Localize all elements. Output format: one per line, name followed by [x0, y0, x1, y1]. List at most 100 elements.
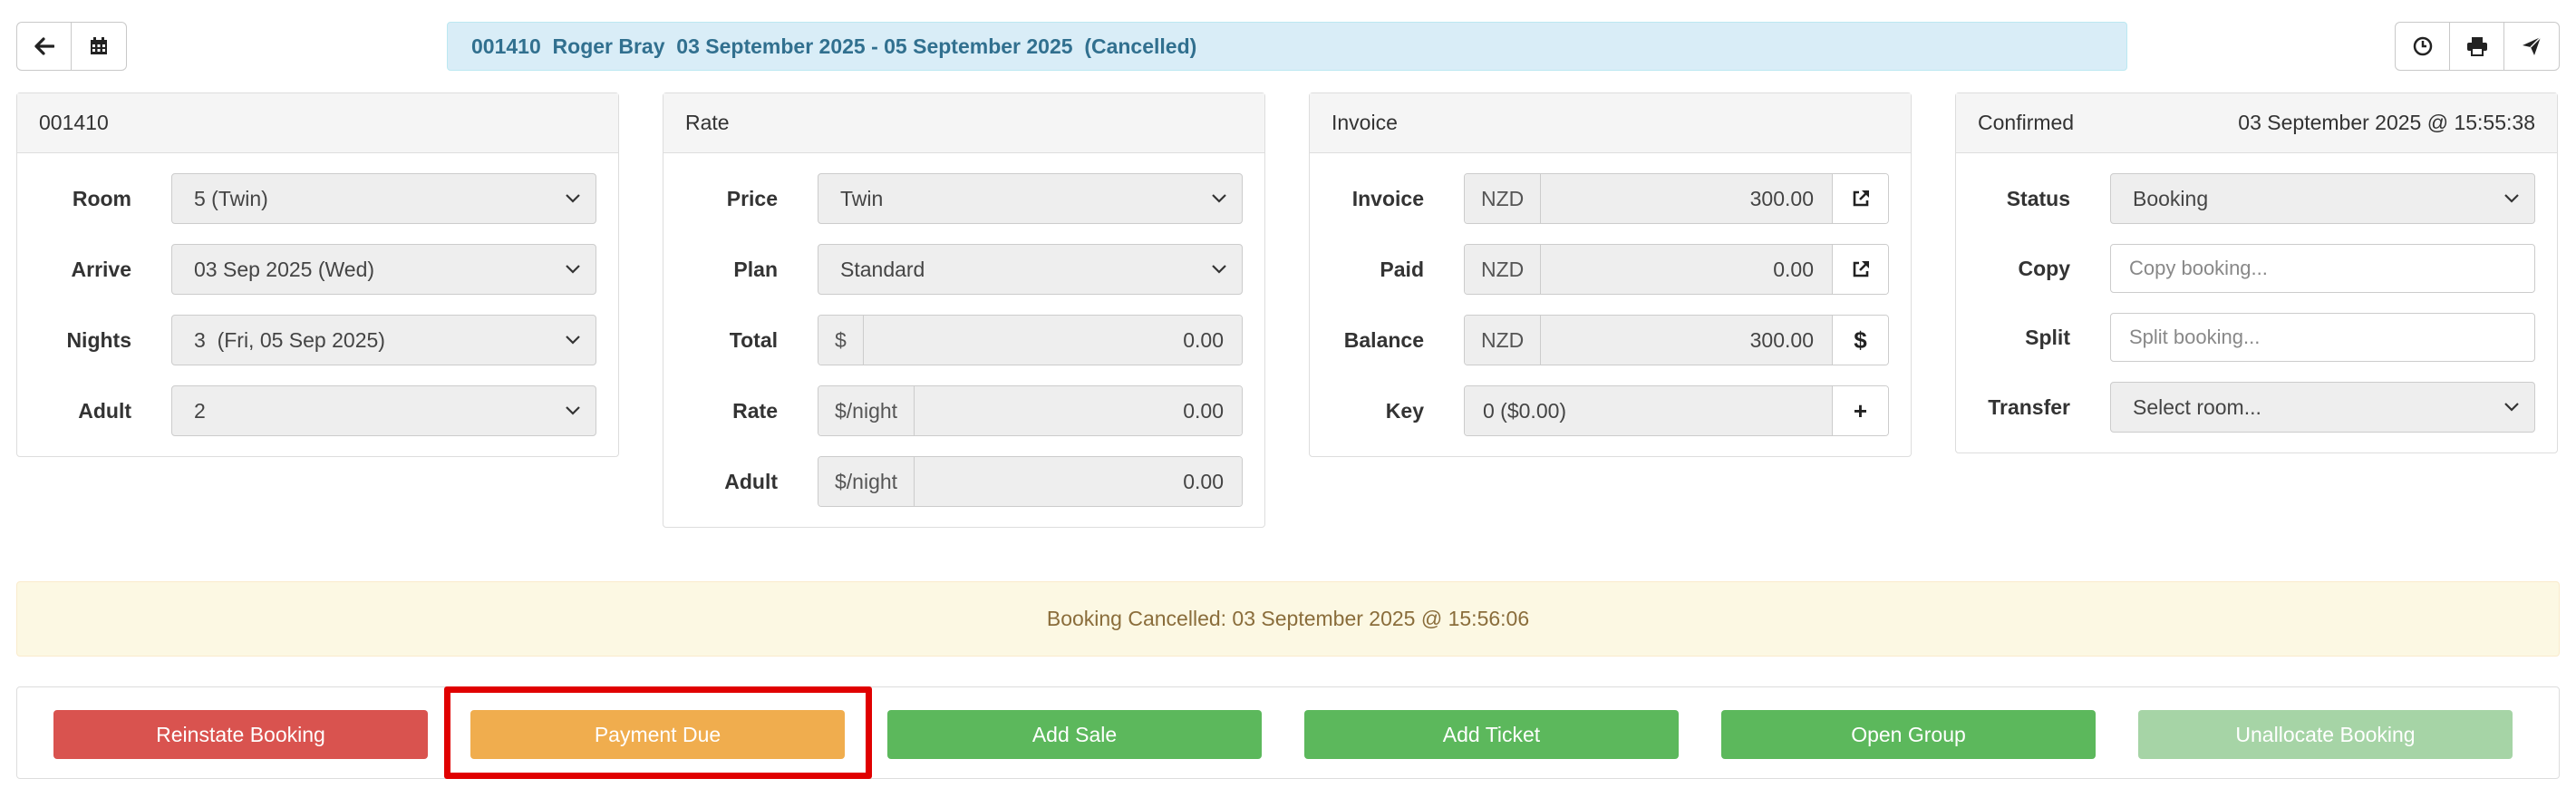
- paid-value: 0.00: [1541, 245, 1832, 294]
- adult-rate-value: 0.00: [915, 457, 1242, 506]
- status-row: Status Booking: [1978, 173, 2535, 224]
- adult-value: 2: [194, 398, 206, 423]
- arrive-value: 03 Sep 2025 (Wed): [194, 257, 375, 281]
- booking-title-banner: 001410 Roger Bray 03 September 2025 - 05…: [447, 22, 2127, 71]
- print-button[interactable]: [2450, 23, 2504, 70]
- chevron-down-icon: [563, 189, 583, 209]
- adult-label: Adult: [78, 398, 131, 423]
- arrive-label: Arrive: [71, 257, 131, 281]
- arrive-row: Arrive 03 Sep 2025 (Wed): [39, 244, 596, 295]
- booking-panel-header: 001410: [17, 93, 618, 153]
- external-link-icon: [1853, 190, 1869, 207]
- nav-button-group: [16, 22, 127, 71]
- adult-select[interactable]: 2: [171, 385, 596, 436]
- invoice-row: Invoice NZD 300.00: [1332, 173, 1889, 224]
- action-bar: Reinstate Booking Payment Due Add Sale A…: [16, 686, 2560, 779]
- price-label: Price: [726, 186, 778, 210]
- add-sale-button[interactable]: Add Sale: [887, 710, 1262, 759]
- balance-field: NZD 300.00 $: [1464, 315, 1889, 365]
- adult-row: Adult 2: [39, 385, 596, 436]
- tools-button-group: [2395, 22, 2560, 71]
- chevron-down-icon: [2502, 397, 2522, 417]
- payment-due-button[interactable]: Payment Due: [470, 710, 845, 759]
- clock-icon: [2413, 36, 2432, 56]
- open-group-button[interactable]: Open Group: [1721, 710, 2096, 759]
- take-payment-button[interactable]: $: [1832, 316, 1888, 365]
- split-row: Split Split booking...: [1978, 313, 2535, 362]
- print-icon: [2466, 37, 2487, 56]
- chevron-down-icon: [563, 259, 583, 279]
- rate-row: Rate $/night 0.00: [685, 385, 1243, 436]
- open-payments-button[interactable]: [1832, 245, 1888, 294]
- invoice-field: NZD 300.00: [1464, 173, 1889, 224]
- price-select[interactable]: Twin: [818, 173, 1243, 224]
- rate-value: 0.00: [915, 386, 1242, 435]
- key-label: Key: [1385, 398, 1424, 423]
- confirmation-status: Confirmed: [1978, 111, 2075, 134]
- key-value: 0 ($0.00): [1465, 386, 1832, 435]
- add-ticket-button[interactable]: Add Ticket: [1304, 710, 1679, 759]
- invoice-currency: NZD: [1465, 174, 1542, 223]
- rate-panel-header: Rate: [663, 93, 1264, 153]
- send-icon: [2523, 36, 2542, 55]
- plan-row: Plan Standard: [685, 244, 1243, 295]
- chevron-down-icon: [1209, 189, 1229, 209]
- back-button[interactable]: [17, 23, 72, 70]
- price-row: Price Twin: [685, 173, 1243, 224]
- external-link-icon: [1853, 261, 1869, 277]
- total-value: 0.00: [863, 316, 1242, 365]
- balance-currency: NZD: [1465, 316, 1542, 365]
- reinstate-booking-button[interactable]: Reinstate Booking: [53, 710, 428, 759]
- room-select[interactable]: 5 (Twin): [171, 173, 596, 224]
- add-key-button[interactable]: +: [1832, 386, 1888, 435]
- copy-booking-input[interactable]: Copy booking...: [2110, 244, 2535, 293]
- transfer-value: Select room...: [2133, 394, 2261, 419]
- status-panel: Confirmed 03 September 2025 @ 15:55:38 S…: [1955, 92, 2558, 453]
- unallocate-booking-button[interactable]: Unallocate Booking: [2138, 710, 2513, 759]
- status-select[interactable]: Booking: [2110, 173, 2535, 224]
- rate-panel: Rate Price Twin Plan Standard Total $ 0.…: [663, 92, 1265, 528]
- balance-row: Balance NZD 300.00 $: [1332, 315, 1889, 365]
- status-value: Booking: [2133, 186, 2209, 210]
- chevron-down-icon: [2502, 189, 2522, 209]
- split-label: Split: [2025, 325, 2070, 349]
- chevron-down-icon: [563, 401, 583, 421]
- open-invoice-button[interactable]: [1832, 174, 1888, 223]
- arrow-left-icon: [34, 37, 54, 55]
- rate-field[interactable]: $/night 0.00: [818, 385, 1243, 436]
- invoice-panel-title: Invoice: [1332, 111, 1398, 134]
- nights-select[interactable]: 3 (Fri, 05 Sep 2025): [171, 315, 596, 365]
- price-value: Twin: [840, 186, 884, 210]
- calendar-button[interactable]: [72, 23, 126, 70]
- confirmation-timestamp: 03 September 2025 @ 15:55:38: [2238, 111, 2535, 134]
- balance-value: 300.00: [1541, 316, 1832, 365]
- transfer-label: Transfer: [1988, 394, 2070, 419]
- split-booking-input[interactable]: Split booking...: [2110, 313, 2535, 362]
- arrive-select[interactable]: 03 Sep 2025 (Wed): [171, 244, 596, 295]
- adult-rate-label: Adult: [724, 469, 778, 493]
- paid-field: NZD 0.00: [1464, 244, 1889, 295]
- total-label: Total: [729, 327, 778, 352]
- plan-label: Plan: [733, 257, 778, 281]
- rate-addon: $/night: [818, 386, 915, 435]
- adult-rate-field[interactable]: $/night 0.00: [818, 456, 1243, 507]
- adult-rate-addon: $/night: [818, 457, 915, 506]
- nights-row: Nights 3 (Fri, 05 Sep 2025): [39, 315, 596, 365]
- invoice-panel: Invoice Invoice NZD 300.00 Paid NZD 0.00: [1309, 92, 1912, 457]
- total-addon: $: [818, 316, 864, 365]
- history-button[interactable]: [2396, 23, 2450, 70]
- key-field: 0 ($0.00) +: [1464, 385, 1889, 436]
- copy-label: Copy: [2018, 256, 2071, 280]
- send-button[interactable]: [2504, 23, 2559, 70]
- transfer-room-select[interactable]: Select room...: [2110, 382, 2535, 433]
- chevron-down-icon: [1209, 259, 1229, 279]
- room-label: Room: [72, 186, 131, 210]
- paid-label: Paid: [1380, 257, 1424, 281]
- copy-row: Copy Copy booking...: [1978, 244, 2535, 293]
- nights-label: Nights: [66, 327, 131, 352]
- paid-row: Paid NZD 0.00: [1332, 244, 1889, 295]
- top-bar: 001410 Roger Bray 03 September 2025 - 05…: [16, 22, 2560, 71]
- plan-select[interactable]: Standard: [818, 244, 1243, 295]
- nights-value: 3 (Fri, 05 Sep 2025): [194, 327, 385, 352]
- total-field[interactable]: $ 0.00: [818, 315, 1243, 365]
